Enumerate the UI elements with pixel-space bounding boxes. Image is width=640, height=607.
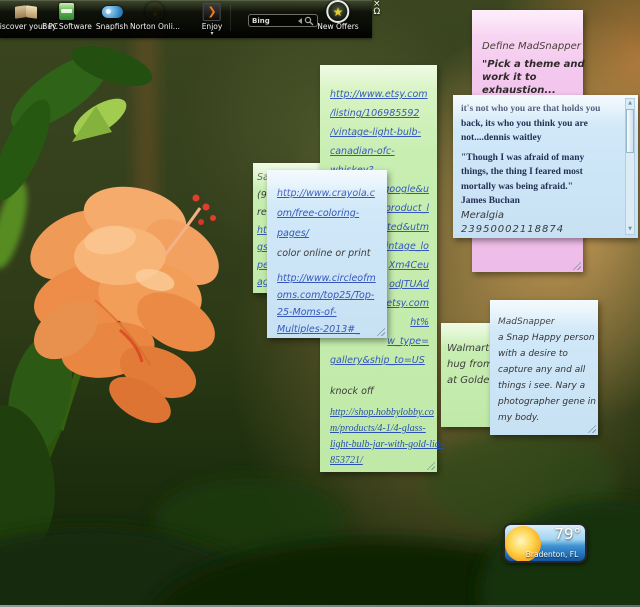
toolbar-item-buy-software[interactable]: Buy Software (42, 2, 92, 31)
note-text-line: James Buchan (461, 196, 520, 206)
note-text-line: 23950002118874 (461, 223, 565, 235)
search-engine-label: Bing (252, 16, 270, 25)
sticky-note-crayola[interactable]: http://www.crayola.c om/free-coloring- p… (267, 170, 387, 338)
enjoy-icon: ❯ (202, 2, 221, 21)
desktop: Discover your PC Buy Software Snapfish ↕… (0, 0, 640, 607)
norton-icon: ↕ (146, 2, 165, 21)
note-text-line: Meralgia (461, 209, 505, 221)
toolbar-item-label: Norton Onli... (130, 22, 180, 31)
scrollbar-thumb[interactable] (626, 109, 634, 153)
toolbar-controls: × Ω (373, 0, 381, 17)
bing-search-input[interactable]: Bing (248, 14, 318, 27)
note-link-line[interactable]: 25-Moms-of- (277, 304, 381, 321)
note-link-line[interactable]: canadian-ofc- (330, 142, 429, 161)
note-text-line: a Snap Happy person (498, 333, 595, 343)
note-text-line: things i see. Nary a (498, 381, 586, 391)
note-link-line[interactable]: om/free-coloring- (277, 204, 381, 224)
note-link-line[interactable]: http://shop.hobbylobby.co (330, 405, 434, 421)
note-link-line[interactable]: http://www.crayola.c (277, 184, 381, 204)
sticky-note-quotes[interactable]: it's not who you are that holds you back… (453, 95, 638, 238)
chevron-down-icon[interactable]: ▾ (210, 31, 213, 37)
note-link-line[interactable]: 853721/ (330, 453, 429, 469)
toolbar-divider (230, 5, 231, 31)
note-text-line: knock off (330, 386, 374, 397)
desktop-toolbar: Discover your PC Buy Software Snapfish ↕… (0, 0, 372, 38)
omega-icon[interactable]: Ω (373, 8, 380, 17)
weather-widget[interactable]: 79° Bradenton, FL (503, 523, 587, 563)
note-link-line[interactable]: http://www.circleofm (277, 270, 381, 287)
buy-software-icon (59, 3, 75, 20)
note-title: Define MadSnapper (482, 41, 581, 52)
note-link-line[interactable]: Multiples-2013#_ (277, 321, 381, 338)
note-link-line[interactable]: pages/ (277, 224, 381, 244)
scroll-down-icon[interactable]: ▼ (626, 225, 634, 234)
toolbar-item-snapfish[interactable]: Snapfish (96, 2, 128, 31)
note-text-line: with a desire to (498, 349, 568, 359)
note-link-line[interactable]: /listing/106985592 (330, 104, 429, 123)
note-link-line[interactable]: light-bulb-jar-with-gold-lid- (330, 437, 443, 453)
toolbar-item-label: Buy Software (42, 22, 92, 31)
note-text-line: MadSnapper (498, 317, 555, 327)
note-text-line: capture any and all (498, 365, 586, 375)
toolbar-item-norton[interactable]: ↕ Norton Onli... (130, 2, 180, 32)
note-text-line: "Pick a theme and (482, 59, 585, 70)
note-text-line: not....dennis waitley (461, 133, 542, 143)
note-resize-grip[interactable] (572, 261, 581, 270)
scroll-up-icon[interactable]: ▲ (626, 99, 634, 108)
note-link-line[interactable]: m/products/4-1/4-glass- (330, 421, 429, 437)
note-text-line: things, the thing I feared most (461, 167, 583, 177)
note-text-line: my body. (498, 413, 540, 423)
note-link-line[interactable]: /vintage-light-bulb- (330, 123, 429, 142)
note-text-line: it's not who you are that holds you (461, 104, 601, 114)
search-dropdown-icon[interactable] (298, 17, 302, 24)
temperature-value: 79° (554, 525, 581, 543)
note-scrollbar[interactable]: ▲ ▼ (625, 98, 635, 235)
note-link-line[interactable]: http://www.etsy.com (330, 85, 429, 104)
toolbar-item-enjoy[interactable]: ❯ Enjoy ▾ (202, 2, 222, 37)
weather-location: Bradenton, FL (525, 550, 579, 559)
note-text-line: work it to (482, 72, 537, 83)
toolbar-item-label: Snapfish (95, 22, 129, 31)
sticky-note-madsnapper-bio[interactable]: MadSnapper a Snap Happy person with a de… (490, 300, 598, 435)
note-text-line: color online or print (277, 248, 371, 259)
note-text-line: photographer gene in (498, 397, 596, 407)
note-link-line[interactable]: oms.com/top25/Top- (277, 287, 381, 304)
toolbar-item-label: New Offers (317, 22, 359, 31)
snapfish-icon (101, 5, 123, 18)
note-text-line: mortally was being afraid." (461, 181, 573, 192)
note-text-line: "Though I was afraid of many (461, 152, 585, 163)
note-text-line: back, its who you think you are (461, 118, 588, 129)
search-icon[interactable] (304, 16, 314, 26)
star-icon: ★ (326, 0, 350, 23)
note-link-line[interactable]: gallery&ship_to=US (330, 351, 429, 370)
discover-pc-icon (14, 4, 38, 19)
toolbar-item-new-offers[interactable]: ★ New Offers (317, 0, 359, 31)
